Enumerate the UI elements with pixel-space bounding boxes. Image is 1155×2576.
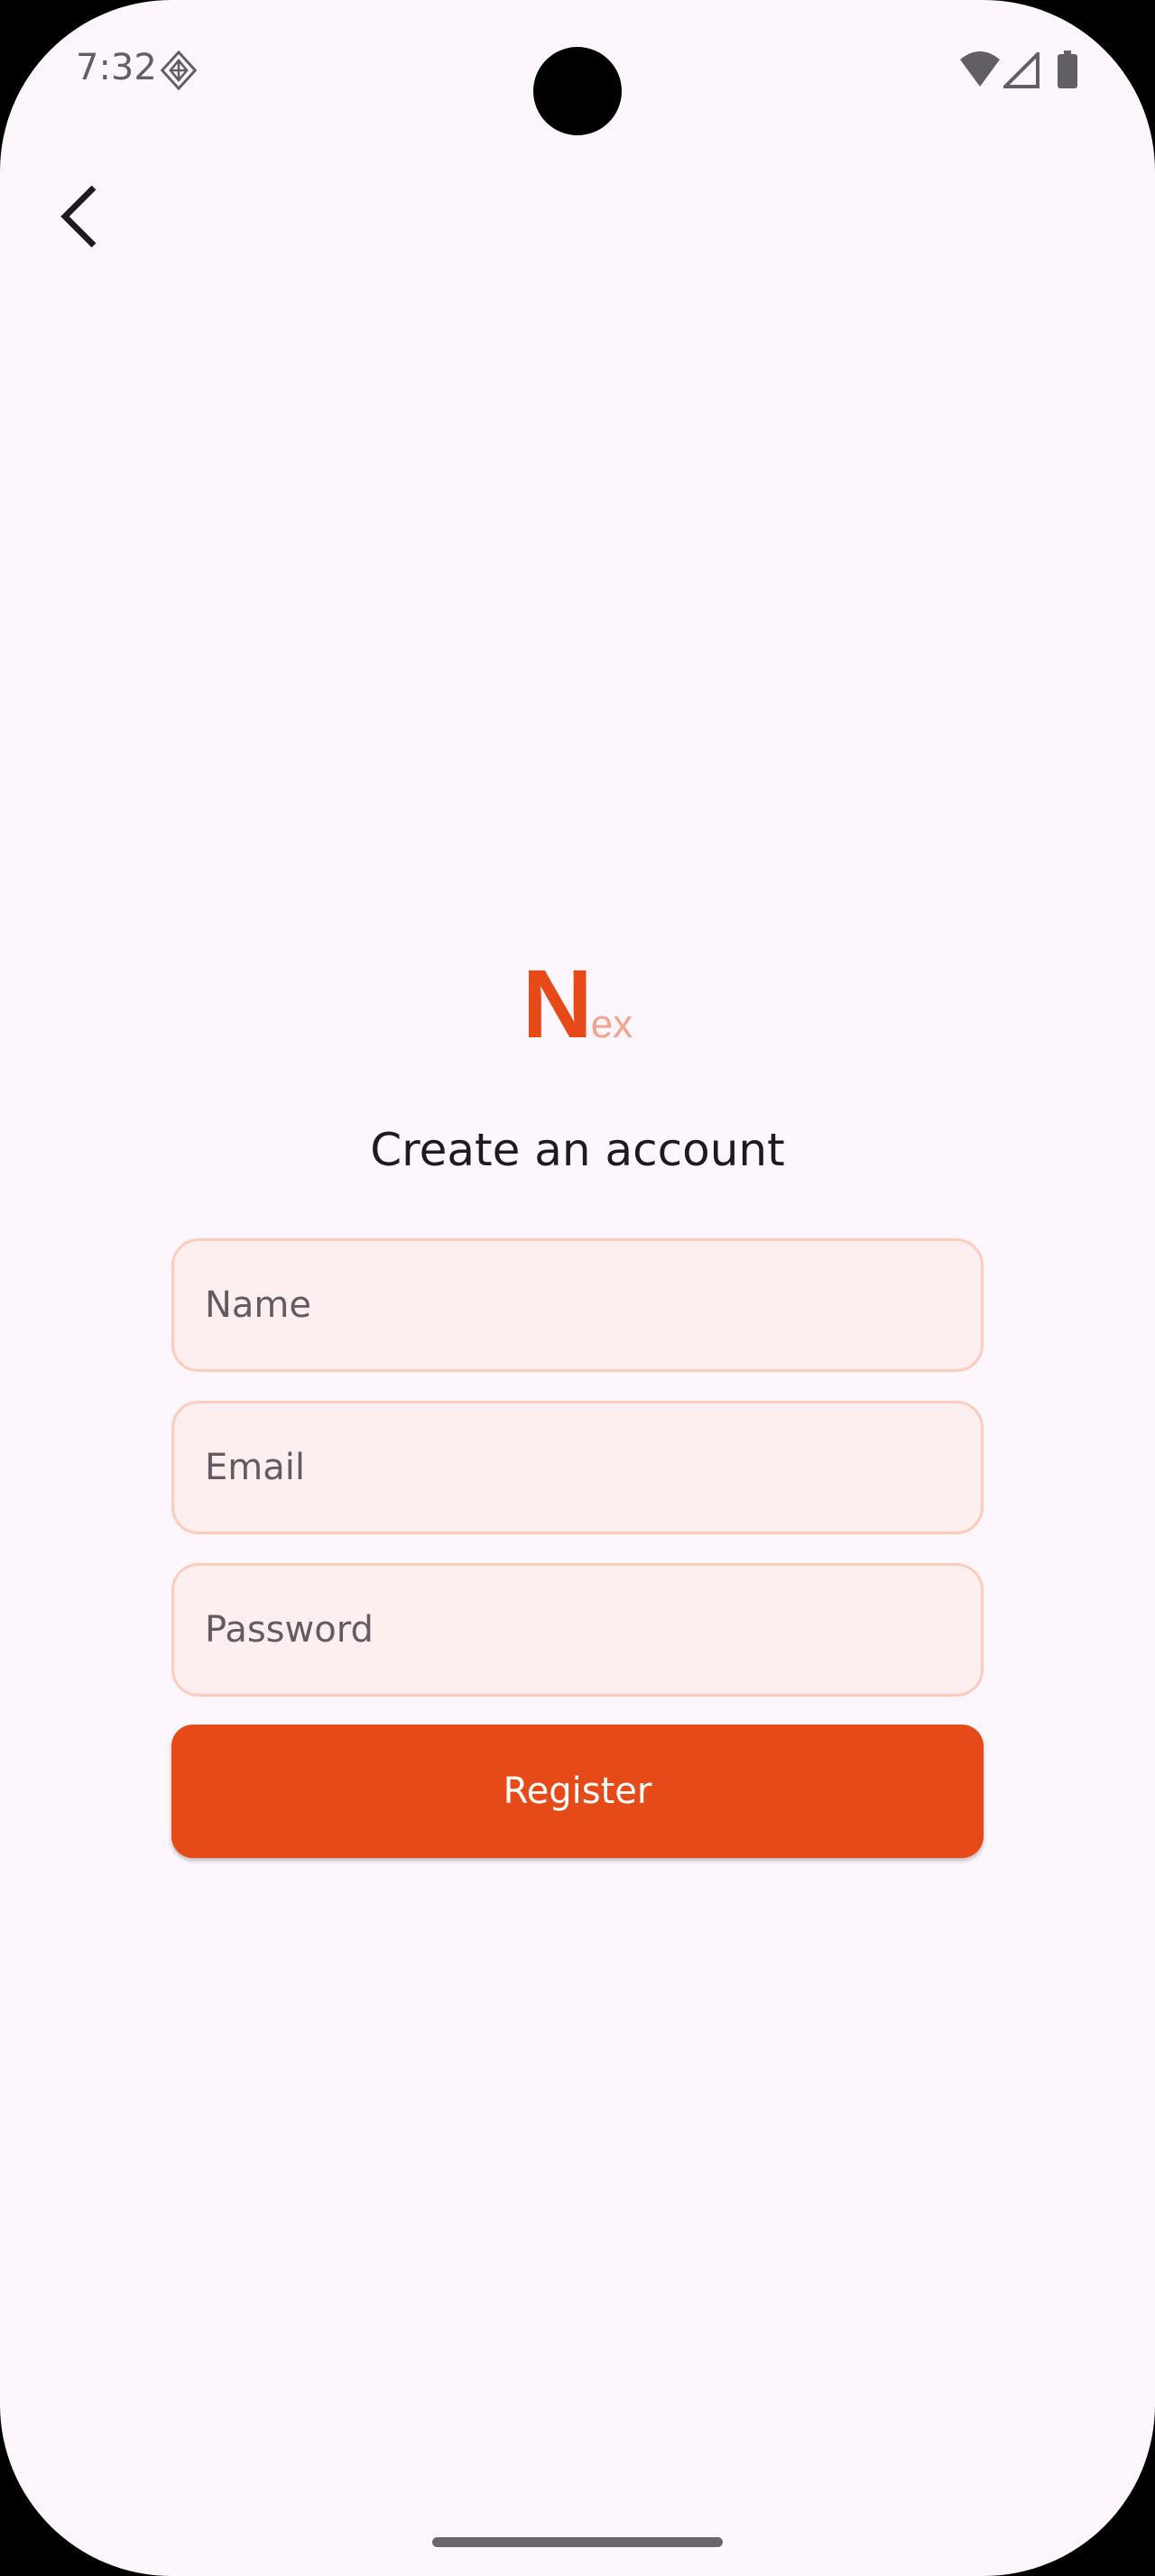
signal-icon [1003, 52, 1040, 88]
back-button[interactable] [51, 180, 105, 253]
email-field[interactable] [171, 1401, 984, 1534]
camera-cutout [533, 47, 622, 135]
password-input[interactable] [174, 1566, 981, 1694]
wifi-icon [960, 51, 1000, 87]
battery-icon [1058, 51, 1077, 88]
email-input[interactable] [174, 1403, 981, 1532]
password-field[interactable] [171, 1563, 984, 1697]
logo-letter: N [522, 949, 593, 1058]
app-screen: 7:32 Nex Create an account Register [0, 0, 1155, 2576]
name-input[interactable] [174, 1241, 981, 1369]
name-field[interactable] [171, 1238, 984, 1372]
status-time: 7:32 [76, 47, 157, 88]
chevron-left-icon [60, 185, 97, 248]
notification-diamond-icon [160, 51, 198, 90]
logo-suffix: ex [590, 1002, 633, 1046]
page-title: Create an account [370, 1124, 785, 1176]
register-button[interactable]: Register [171, 1725, 984, 1858]
home-indicator[interactable] [432, 2537, 723, 2547]
nex-logo: Nex [0, 947, 1155, 1060]
